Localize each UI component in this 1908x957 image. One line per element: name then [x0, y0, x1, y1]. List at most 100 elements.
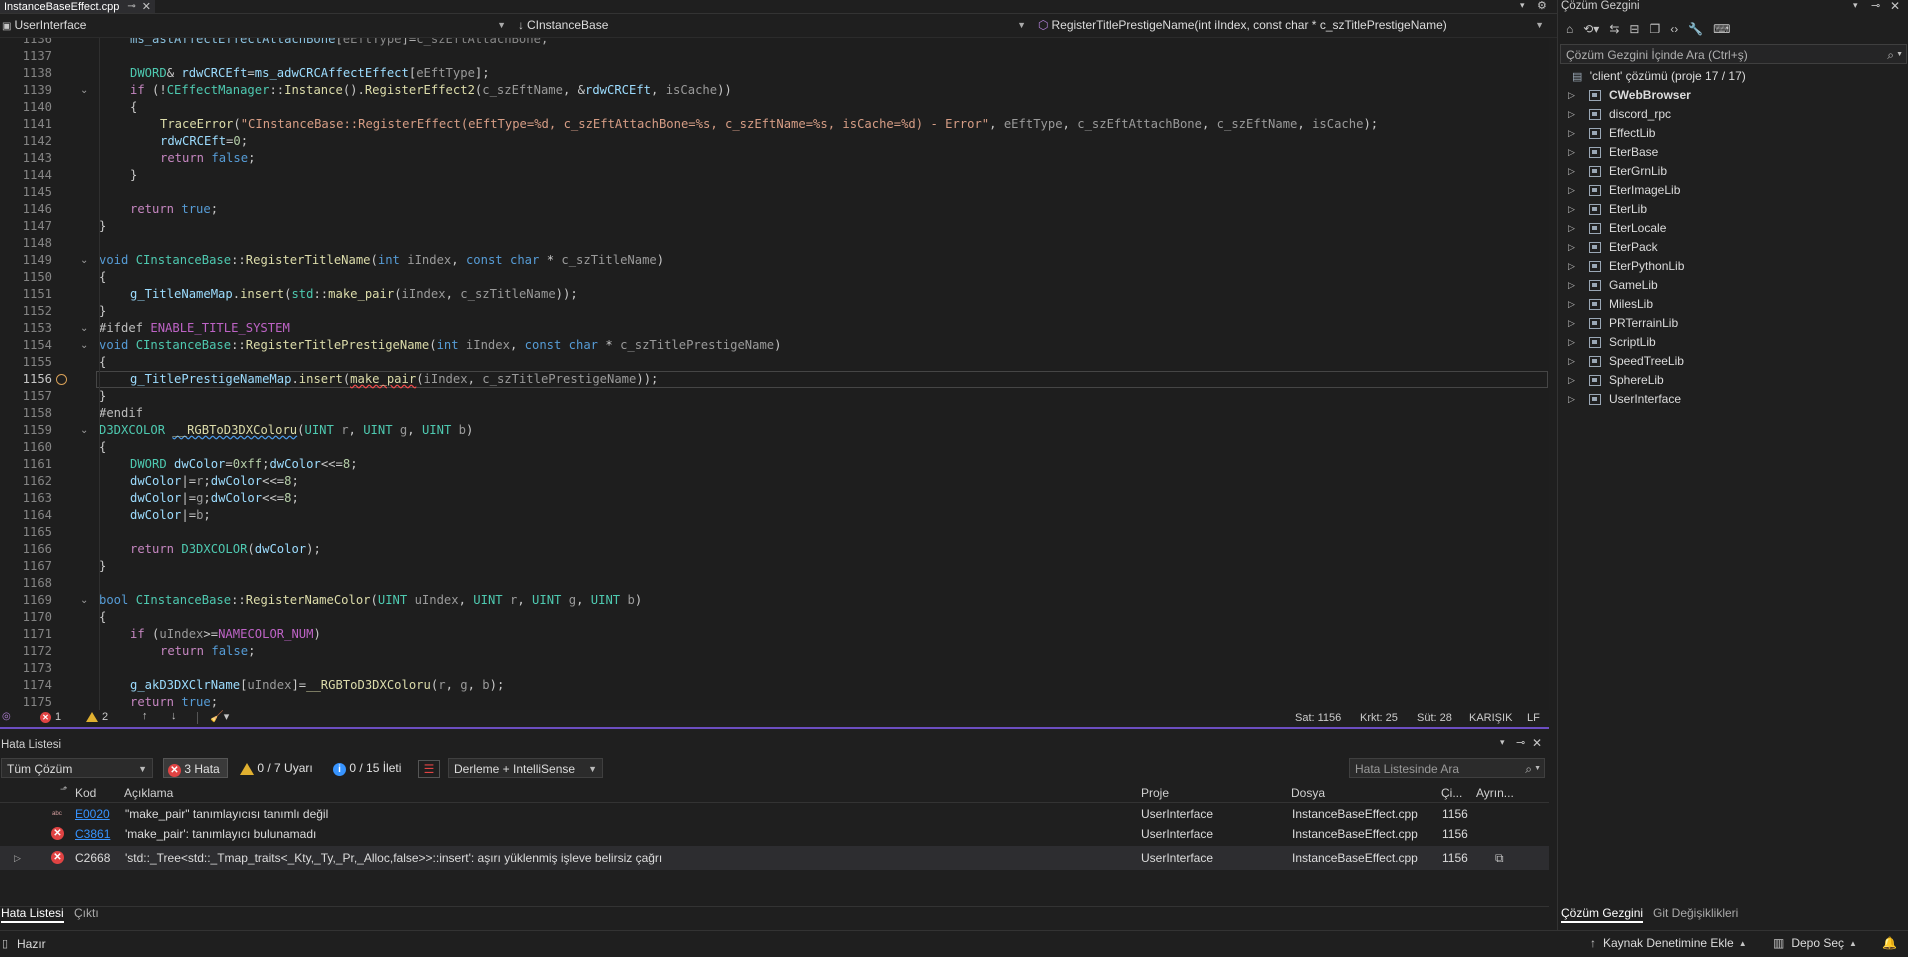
gear-icon[interactable]: ⚙	[1537, 0, 1547, 12]
expand-chevron-icon[interactable]: ▷	[1568, 219, 1575, 238]
expand-chevron-icon[interactable]: ▷	[1568, 238, 1575, 257]
project-node[interactable]: ▷ EterLocale	[1558, 219, 1908, 238]
project-node[interactable]: ▷ UserInterface	[1558, 390, 1908, 409]
line-indicator[interactable]: Sat: 1156	[1295, 712, 1341, 724]
expand-chevron-icon[interactable]: ▷	[1568, 371, 1575, 390]
project-node[interactable]: ▷ ScriptLib	[1558, 333, 1908, 352]
breakpoint-hint-icon[interactable]	[56, 374, 67, 385]
close-icon[interactable]: ✕	[142, 1, 151, 13]
pin-icon[interactable]: ⊸	[1871, 0, 1880, 12]
tab-instancebaseeffect[interactable]: InstanceBaseEffect.cpp ⊸ ✕	[0, 0, 155, 13]
show-all-files-icon[interactable]: ❐	[1649, 22, 1660, 36]
project-node[interactable]: ▷ SphereLib	[1558, 371, 1908, 390]
collapse-chevron-icon[interactable]: ⌄	[80, 320, 88, 337]
expand-chevron-icon[interactable]: ▷	[1568, 143, 1575, 162]
wrench-icon[interactable]: 🔧	[1688, 22, 1703, 36]
table-row-selected[interactable]: ▷ ✕ C2668 'std::_Tree<std::_Tmap_traits<…	[0, 846, 1549, 870]
pin-icon[interactable]: ⊸	[127, 1, 135, 13]
column-header-description[interactable]: Açıklama	[124, 784, 173, 802]
error-code[interactable]: C2668	[75, 846, 110, 870]
whitespace-indicator[interactable]: KARIŞIK	[1469, 712, 1512, 724]
class-dropdown[interactable]: ↓ CInstanceBase ▼	[516, 14, 1030, 37]
tab-error-list[interactable]: Hata Listesi	[1, 906, 64, 923]
expand-chevron-icon[interactable]: ▷	[1568, 333, 1575, 352]
expand-chevron-icon[interactable]: ▷	[1568, 295, 1575, 314]
collapse-chevron-icon[interactable]: ⌄	[80, 82, 88, 99]
column-header-project[interactable]: Proje	[1141, 784, 1169, 802]
expand-chevron-icon[interactable]: ▷	[1568, 86, 1575, 105]
char-indicator[interactable]: Krkt: 25	[1360, 712, 1398, 724]
build-filter-dropdown[interactable]: Derleme + IntelliSense ▼	[448, 758, 603, 778]
copilot-icon[interactable]: ◎	[2, 711, 11, 722]
preview-icon[interactable]: ⌨	[1713, 22, 1730, 36]
project-node[interactable]: ▷ EffectLib	[1558, 124, 1908, 143]
project-node[interactable]: ▷ EterPythonLib	[1558, 257, 1908, 276]
error-count[interactable]: ✕ 1	[40, 711, 61, 723]
expand-chevron-icon[interactable]: ▷	[1568, 257, 1575, 276]
member-dropdown[interactable]: ⬡ RegisterTitlePrestigeName(int iIndex, c…	[1036, 14, 1548, 37]
column-header-suppression[interactable]: Ayrın...	[1476, 784, 1514, 802]
expand-chevron-icon[interactable]: ▷	[1568, 105, 1575, 124]
close-icon[interactable]: ✕	[1890, 0, 1900, 13]
line-ending-indicator[interactable]: LF	[1527, 712, 1540, 724]
project-node[interactable]: ▷ EterGrnLib	[1558, 162, 1908, 181]
bell-icon[interactable]: 🔔	[1882, 936, 1897, 950]
collapse-chevron-icon[interactable]: ⌄	[80, 252, 88, 269]
history-icon[interactable]: ⟲▾	[1583, 22, 1599, 36]
error-code-link[interactable]: E0020	[75, 804, 110, 824]
project-dropdown[interactable]: ▣ UserInterface ▼	[0, 14, 510, 37]
pin-icon[interactable]: ⊸	[1516, 736, 1525, 749]
copy-icon[interactable]: ⧉	[1495, 846, 1504, 870]
column-indicator[interactable]: Süt: 28	[1417, 712, 1452, 724]
error-code-link[interactable]: C3861	[75, 824, 110, 844]
code-view-icon[interactable]: ‹›	[1670, 22, 1678, 36]
project-node[interactable]: ▷ SpeedTreeLib	[1558, 352, 1908, 371]
close-icon[interactable]: ✕	[1532, 736, 1542, 750]
expand-chevron-icon[interactable]: ▷	[1568, 352, 1575, 371]
collapse-chevron-icon[interactable]: ⌄	[80, 422, 88, 439]
expand-chevron-icon[interactable]: ▷	[14, 846, 21, 870]
collapse-all-icon[interactable]: ⊟	[1629, 22, 1639, 36]
messages-filter-toggle[interactable]: i 0 / 15 İleti	[333, 758, 401, 778]
project-node[interactable]: ▷ CWebBrowser	[1558, 86, 1908, 105]
expand-chevron-icon[interactable]: ▷	[1568, 314, 1575, 333]
select-repository-button[interactable]: ▥ Depo Seç ▲	[1773, 936, 1857, 950]
project-node[interactable]: ▷ EterLib	[1558, 200, 1908, 219]
code-editor[interactable]: 1136 ms_astAffectEffectAttachBone[eEftTyp…	[0, 38, 1549, 710]
warning-count[interactable]: 2	[86, 711, 108, 723]
table-row[interactable]: ᵃᵇᶜ E0020 "make_pair" tanımlayıcısı tanı…	[0, 804, 1549, 824]
search-icon[interactable]: ⌕	[1525, 759, 1532, 779]
collapse-chevron-icon[interactable]: ⌄	[80, 592, 88, 609]
errors-filter-toggle[interactable]: ✕ 3 Hata	[163, 758, 228, 778]
scope-dropdown[interactable]: Tüm Çözüm ▼	[1, 758, 153, 778]
project-node[interactable]: ▷ MilesLib	[1558, 295, 1908, 314]
expand-chevron-icon[interactable]: ▷	[1568, 200, 1575, 219]
search-icon[interactable]: ⌕	[1887, 45, 1894, 65]
warnings-filter-toggle[interactable]: 0 / 7 Uyarı	[240, 758, 313, 778]
column-header-code[interactable]: Kod	[75, 784, 96, 802]
tab-output[interactable]: Çıktı	[74, 906, 99, 920]
solution-node[interactable]: ▤ 'client' çözümü (proje 17 / 17)	[1572, 67, 1746, 86]
tab-solution-explorer[interactable]: Çözüm Gezgini	[1561, 906, 1644, 923]
project-node[interactable]: ▷ EterPack	[1558, 238, 1908, 257]
column-header-file[interactable]: Dosya	[1291, 784, 1325, 802]
expand-chevron-icon[interactable]: ▷	[1568, 276, 1575, 295]
project-node[interactable]: ▷ EterBase	[1558, 143, 1908, 162]
tab-list-dropdown-icon[interactable]: ▾	[1520, 0, 1525, 11]
sync-icon[interactable]: ⇆	[1609, 22, 1619, 36]
arrow-down-icon[interactable]: ↓	[171, 710, 177, 722]
column-header-line[interactable]: Çi...	[1441, 784, 1462, 802]
panel-menu-icon[interactable]: ▾	[1500, 737, 1505, 748]
arrow-up-icon[interactable]: ↑	[142, 710, 148, 722]
add-to-source-control-button[interactable]: ↑ Kaynak Denetimine Ekle ▲	[1590, 936, 1747, 950]
expand-chevron-icon[interactable]: ▷	[1568, 124, 1575, 143]
project-node[interactable]: ▷ GameLib	[1558, 276, 1908, 295]
project-node[interactable]: ▷ EterImageLib	[1558, 181, 1908, 200]
tab-git-changes[interactable]: Git Değişiklikleri	[1653, 906, 1738, 920]
expand-chevron-icon[interactable]: ▷	[1568, 390, 1575, 409]
switch-views-icon[interactable]: ⌂	[1566, 22, 1573, 36]
project-node[interactable]: ▷ PRTerrainLib	[1558, 314, 1908, 333]
code-cleanup-icon[interactable]: 🧹▾	[210, 710, 229, 723]
error-search-input[interactable]: Hata Listesinde Ara ⌕ ▼	[1349, 758, 1545, 778]
project-node[interactable]: ▷ discord_rpc	[1558, 105, 1908, 124]
